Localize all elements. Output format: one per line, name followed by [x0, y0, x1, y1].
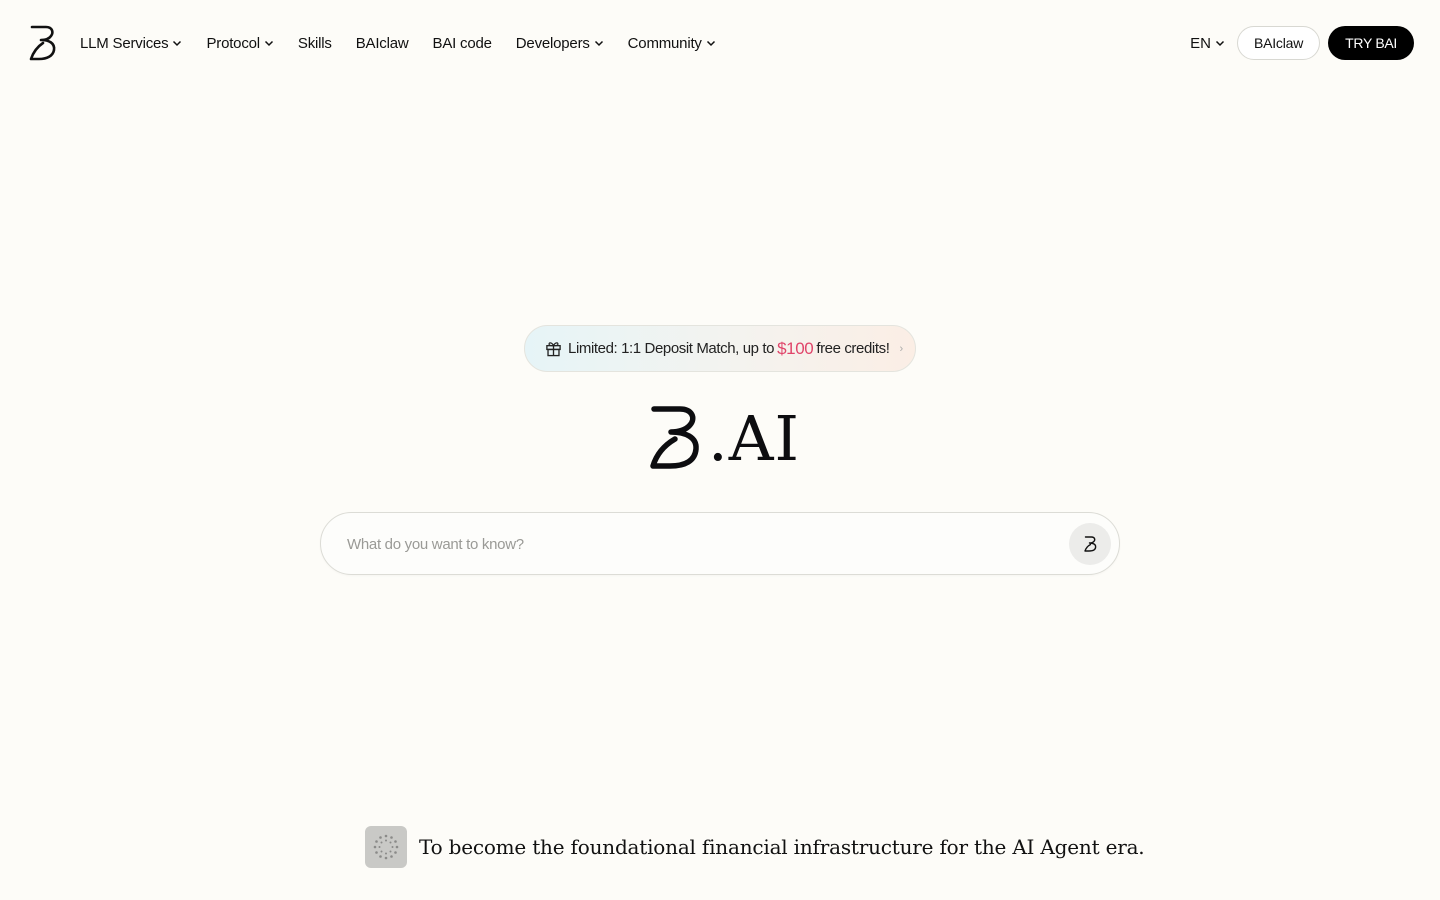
promo-amount: $100	[777, 338, 814, 358]
b-logo-icon	[650, 406, 699, 469]
header-actions: EN BAIclaw TRY BAI	[1190, 26, 1414, 60]
try-bai-button[interactable]: TRY BAI	[1328, 26, 1414, 60]
nav-item-label: BAI code	[432, 34, 492, 52]
language-label: EN	[1190, 34, 1211, 52]
promo-suffix: free credits!	[816, 340, 890, 357]
main-nav: LLM Services Protocol Skills BAIclaw BAI…	[80, 0, 740, 86]
nav-item-baiclaw[interactable]: BAIclaw	[356, 35, 409, 52]
promo-banner[interactable]: Limited: 1:1 Deposit Match, up to $100 f…	[524, 325, 916, 372]
brand-text: .AI	[708, 402, 800, 475]
promo-prefix: Limited: 1:1 Deposit Match, up to	[568, 340, 775, 357]
nav-item-skills[interactable]: Skills	[298, 35, 332, 52]
nav-item-label: LLM Services	[80, 34, 169, 52]
nav-item-label: Skills	[297, 34, 332, 52]
nav-item-protocol[interactable]: Protocol	[206, 35, 273, 52]
search-input[interactable]	[347, 531, 1047, 557]
tagline-text: To become the foundational financial inf…	[419, 835, 1145, 859]
nav-item-label: Developers	[515, 34, 590, 52]
top-navigation-bar: LLM Services Protocol Skills BAIclaw BAI…	[0, 0, 1440, 86]
b-logo-icon[interactable]	[29, 25, 57, 61]
b-logo-icon	[1083, 536, 1096, 552]
chevron-right-icon: ›	[899, 342, 903, 355]
nav-item-label: Protocol	[206, 34, 260, 52]
chevron-down-icon	[173, 40, 182, 47]
tagline: To become the foundational financial inf…	[365, 826, 1145, 868]
nav-item-llm-services[interactable]: LLM Services	[80, 35, 182, 52]
nav-item-community[interactable]: Community	[628, 35, 716, 52]
nav-item-bai-code[interactable]: BAI code	[433, 35, 492, 52]
baiclaw-button[interactable]: BAIclaw	[1236, 26, 1321, 60]
gift-icon	[546, 342, 561, 357]
brand-logo: .AI	[650, 400, 800, 470]
nav-item-developers[interactable]: Developers	[516, 35, 604, 52]
nav-item-label: BAIclaw	[355, 34, 409, 52]
search-box	[320, 512, 1120, 575]
chevron-down-icon	[1215, 40, 1224, 47]
chevron-down-icon	[594, 40, 603, 47]
language-selector[interactable]: EN	[1190, 35, 1225, 52]
nav-item-label: Community	[627, 34, 702, 52]
search-submit-button[interactable]	[1069, 523, 1111, 565]
loading-spinner-icon	[365, 826, 407, 868]
chevron-down-icon	[264, 40, 273, 47]
chevron-down-icon	[706, 40, 715, 47]
